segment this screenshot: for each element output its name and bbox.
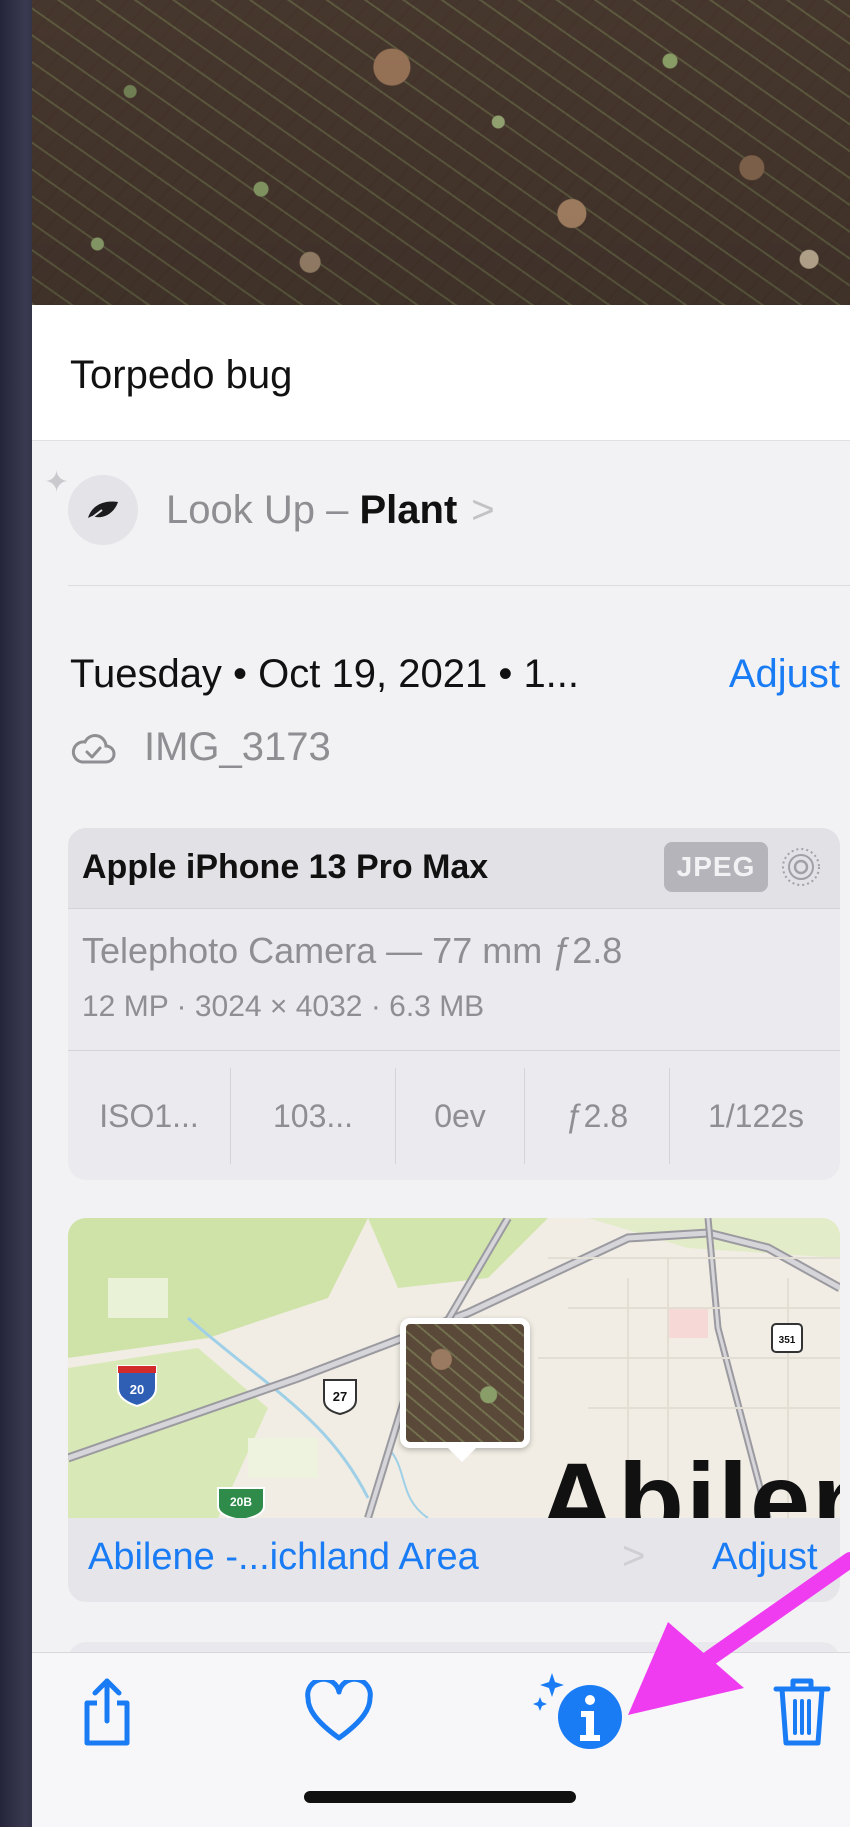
device-frame: Torpedo bug ✦ Look Up – Plant > Tuesday … [0, 0, 850, 1827]
live-photo-icon [780, 846, 822, 888]
caption-row[interactable]: Torpedo bug [32, 305, 850, 441]
map-pin-pointer [448, 1448, 476, 1462]
format-badge: JPEG [664, 842, 768, 892]
leaf-icon [68, 475, 138, 545]
shield-label-351: 351 [779, 1335, 796, 1346]
photo-overlay [32, 0, 850, 305]
date-time-label: Tuesday • Oct 19, 2021 • 1... [70, 652, 580, 696]
look-up-prefix: Look Up – [166, 487, 360, 532]
adjust-date-button[interactable]: Adjust [729, 652, 840, 697]
image-specs: 12 MP · 3024 × 4032 · 6.3 MB [82, 990, 485, 1023]
map-photo-pin[interactable] [400, 1318, 530, 1448]
photo-caption[interactable]: Torpedo bug [70, 353, 292, 398]
state-shield-351: 351 [771, 1323, 803, 1353]
lens-info: Telephoto Camera — 77 mm ƒ2.8 [82, 930, 623, 971]
shield-label-27: 27 [333, 1389, 347, 1404]
divider [68, 585, 850, 586]
exif-exposure-value: 0ev [396, 1068, 525, 1164]
file-name: IMG_3173 [144, 725, 331, 769]
heart-icon[interactable] [300, 1675, 378, 1747]
location-name-link[interactable]: Abilene -...ichland Area [88, 1536, 479, 1579]
us-route-shield-27: 27 [323, 1379, 357, 1416]
share-icon[interactable] [72, 1671, 142, 1751]
home-indicator [304, 1791, 576, 1803]
exif-focal-length: 103... [231, 1068, 396, 1164]
exif-row: ISO1... 103... 0ev ƒ2.8 1/122s [68, 1050, 840, 1180]
exif-iso: ISO1... [68, 1068, 231, 1164]
camera-info-card: Apple iPhone 13 Pro Max JPEG Telephoto C… [68, 828, 840, 1180]
look-up-label: Look Up – Plant [166, 488, 457, 533]
look-up-button[interactable]: Look Up – Plant > [68, 470, 495, 550]
interstate-shield-20: 20 [117, 1365, 157, 1408]
business-shield-20b: 20B [217, 1487, 265, 1518]
chevron-right-icon: > [471, 487, 495, 532]
exif-aperture: ƒ2.8 [525, 1068, 670, 1164]
shield-label-20: 20 [130, 1382, 144, 1397]
icloud-check-icon [70, 728, 116, 768]
look-up-subject: Plant [359, 487, 458, 532]
sparkle-icon: ✦ [44, 466, 70, 499]
camera-model: Apple iPhone 13 Pro Max [82, 848, 489, 886]
exif-shutter-speed: 1/122s [707, 1097, 805, 1134]
annotation-arrow [628, 1552, 850, 1715]
camera-header: Apple iPhone 13 Pro Max JPEG [68, 828, 840, 909]
shield-label-20b: 20B [230, 1495, 252, 1509]
